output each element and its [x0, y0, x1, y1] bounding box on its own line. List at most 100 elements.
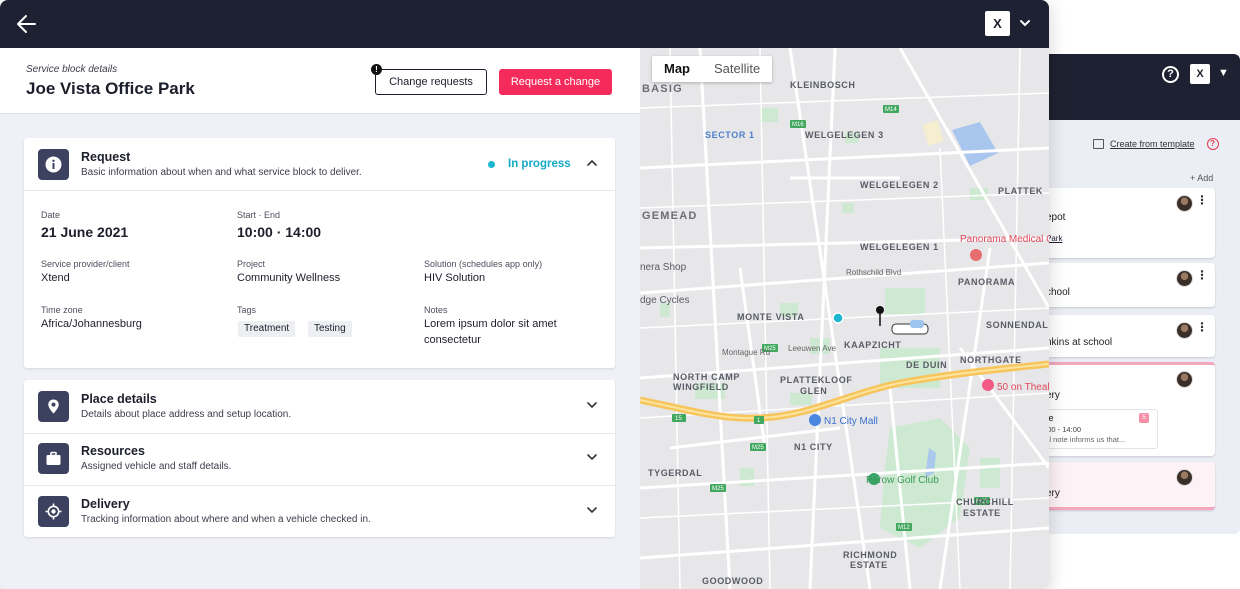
place-details-description: Details about place address and setup lo… — [81, 409, 292, 420]
popover-note: nal note informs us that... — [1041, 435, 1126, 444]
more-options-icon[interactable]: ⋮ — [1196, 269, 1208, 281]
chevron-up-icon[interactable] — [586, 157, 598, 169]
map-street-label: Rothschild Blvd — [846, 268, 902, 277]
map-street-label: Montague Rd — [722, 348, 771, 357]
map-label: N1 CITY — [794, 442, 833, 452]
schedule-card-title: chool — [1046, 287, 1070, 298]
map-label: NORTHGATE — [960, 355, 1022, 365]
avatar — [1176, 195, 1193, 212]
map-label: MONTE VISTA — [737, 312, 805, 322]
map-label: KAAPZICHT — [844, 340, 902, 350]
page-header: Service block details Joe Vista Office P… — [0, 48, 640, 114]
template-icon — [1093, 139, 1104, 149]
back-arrow-icon[interactable] — [14, 11, 40, 37]
avatar — [1176, 322, 1193, 339]
map-label: ESTATE — [963, 508, 1001, 518]
schedule-card-highlighted[interactable]: ery — [1040, 462, 1215, 510]
map-type-map[interactable]: Map — [652, 56, 702, 82]
map-street-label: Leeuwen Ave — [788, 344, 836, 353]
delivery-title: Delivery — [81, 497, 130, 511]
help-icon[interactable]: ? — [1162, 66, 1179, 83]
timezone-label: Time zone — [41, 305, 83, 315]
tags-label: Tags — [237, 305, 257, 315]
schedule-card-highlighted[interactable]: ery me 0:00 - 14:00 nal note informs us … — [1036, 362, 1215, 456]
main-window: X Service block details Joe Vista Office… — [0, 0, 1049, 589]
map-poi-label: Panorama Medical Ce — [960, 234, 1049, 245]
solution-value: HIV Solution — [424, 272, 486, 284]
schedule-detail-popover[interactable]: me 0:00 - 14:00 nal note informs us that… — [1036, 409, 1158, 449]
map-label: KLEINBOSCH — [790, 80, 856, 90]
map-label: TYGERDAL — [648, 468, 703, 478]
project-value: Community Wellness — [237, 272, 341, 284]
create-from-template-link[interactable]: Create from template ? — [1093, 138, 1219, 150]
project-label: Project — [237, 259, 266, 269]
schedule-card[interactable]: epot Park ⋮ — [1040, 188, 1215, 258]
page-title: Joe Vista Office Park — [26, 79, 195, 98]
map-label: CHURCHILL — [956, 497, 1014, 507]
start-end-label: Start · End — [237, 210, 281, 220]
map-poi-label: N1 City Mall — [824, 416, 878, 427]
request-section: Request Basic information about when and… — [24, 138, 615, 368]
change-requests-badge: ! — [371, 64, 382, 75]
map-label: NORTH CAMP — [673, 372, 740, 382]
notes-label: Notes — [424, 305, 448, 315]
more-options-icon[interactable]: ⋮ — [1196, 321, 1208, 333]
schedule-card[interactable]: nkins at school ⋮ — [1040, 315, 1215, 357]
chevron-down-icon[interactable] — [586, 451, 598, 463]
map-label: GOODWOOD — [702, 576, 764, 586]
map-label: WELGELEGEN 3 — [805, 130, 884, 140]
map-poi-label: Parow Golf Club — [866, 475, 939, 486]
chevron-down-icon[interactable] — [586, 399, 598, 411]
map-label: RICHMOND — [843, 550, 898, 560]
user-avatar-button[interactable]: X — [985, 11, 1010, 36]
schedule-card[interactable]: chool ⋮ — [1040, 263, 1215, 307]
place-details-title: Place details — [81, 392, 157, 406]
change-requests-button[interactable]: Change requests — [375, 69, 487, 95]
details-accordion: Place details Details about place addres… — [24, 380, 615, 537]
road-badge: M25 — [712, 486, 724, 492]
provider-value: Xtend — [41, 272, 70, 284]
request-change-button[interactable]: Request a change — [499, 69, 612, 95]
road-badge: M16 — [792, 122, 804, 128]
resources-description: Assigned vehicle and staff details. — [81, 461, 232, 472]
road-badge: M12 — [898, 525, 910, 531]
map-label: WELGELEGEN 1 — [860, 242, 939, 252]
chevron-down-icon[interactable]: ▼ — [1218, 67, 1229, 79]
gps-target-icon — [38, 496, 69, 527]
map-label: SECTOR 1 — [705, 130, 755, 140]
map-label: DE DUIN — [906, 360, 948, 370]
location-pin-icon — [38, 391, 69, 422]
create-from-template-label[interactable]: Create from template — [1110, 139, 1195, 149]
map-label: WINGFIELD — [673, 382, 729, 392]
map-label: ESTATE — [850, 560, 888, 570]
map-label: BASIG — [642, 83, 683, 95]
chevron-down-icon[interactable] — [1018, 16, 1032, 30]
help-red-icon[interactable]: ? — [1206, 138, 1219, 150]
briefcase-icon — [38, 443, 69, 474]
start-end-value: 10:00 · 14:00 — [237, 224, 322, 240]
page-eyebrow: Service block details — [26, 64, 118, 75]
map-label: SONNENDAL — [986, 320, 1049, 330]
popover-badge: 5 — [1139, 413, 1149, 423]
road-badge: M14 — [885, 107, 897, 113]
notes-value: Lorem ipsum dolor sit amet — [424, 318, 557, 330]
map-label: GEMEAD — [642, 210, 698, 222]
map-view[interactable]: M14 M16 M25 M25 M25 M12 M12 15 1 Map Sat… — [640, 48, 1049, 589]
user-avatar-button[interactable]: X — [1190, 64, 1210, 84]
date-value: 21 June 2021 — [41, 224, 129, 240]
map-poi-label: dge Cycles — [640, 295, 690, 306]
tag: Testing — [308, 321, 352, 337]
divider — [24, 190, 615, 191]
schedule-card-title: nkins at school — [1046, 337, 1113, 348]
chevron-down-icon[interactable] — [586, 504, 598, 516]
top-bar: X — [0, 0, 1049, 48]
map-type-satellite[interactable]: Satellite — [702, 56, 772, 82]
more-options-icon[interactable]: ⋮ — [1196, 194, 1208, 206]
avatar — [1176, 371, 1193, 388]
add-button[interactable]: + Add — [1190, 173, 1213, 183]
solution-label: Solution (schedules app only) — [424, 259, 543, 269]
timezone-value: Africa/Johannesburg — [41, 318, 142, 330]
resources-title: Resources — [81, 444, 145, 458]
road-badge: 15 — [675, 416, 682, 422]
map-type-toggle[interactable]: Map Satellite — [652, 56, 773, 82]
